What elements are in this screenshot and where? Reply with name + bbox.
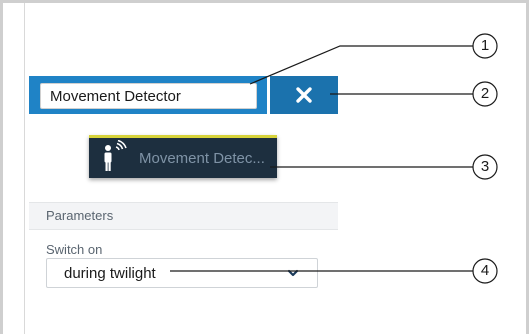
close-button[interactable] [270,76,338,114]
device-tile-label: Movement Detec... [139,149,265,167]
callout-number-4: 4 [480,262,490,279]
callout-number-3: 3 [480,158,490,175]
switch-on-select[interactable]: during twilight [46,258,318,288]
switch-on-label: Switch on [46,242,103,257]
callout-number-2: 2 [480,85,490,102]
switch-on-selected-value: during twilight [64,265,156,282]
close-icon [296,87,312,103]
device-tile[interactable]: Movement Detec... [89,135,277,178]
device-name-input[interactable] [40,83,257,109]
callout-number-1: 1 [480,37,490,54]
motion-sensor-icon [99,139,133,176]
panel-titlebar [29,76,338,114]
parameters-section-header: Parameters [29,202,338,230]
device-settings-panel: Movement Detec... Parameters Switch on d… [29,76,338,334]
parameters-title: Parameters [46,208,114,223]
frame-inner-line [24,3,25,334]
chevron-down-icon [287,269,299,277]
